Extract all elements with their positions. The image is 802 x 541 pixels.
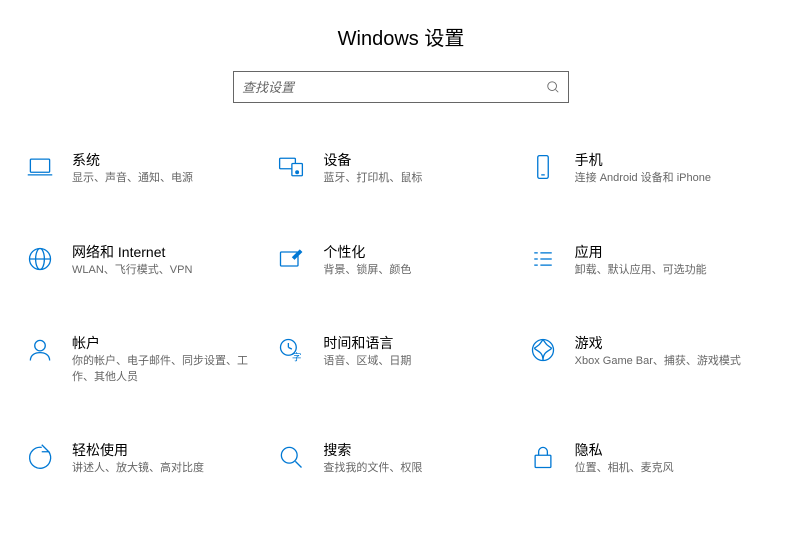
category-devices[interactable]: 设备 蓝牙、打印机、鼠标 bbox=[275, 151, 526, 187]
lock-icon bbox=[527, 441, 559, 473]
category-apps[interactable]: 应用 卸载、默认应用、可选功能 bbox=[527, 243, 778, 279]
personalize-icon bbox=[275, 243, 307, 275]
category-gaming[interactable]: 游戏 Xbox Game Bar、捕获、游戏模式 bbox=[527, 334, 778, 385]
category-text: 时间和语言 语音、区域、日期 bbox=[323, 334, 526, 370]
search-category-icon bbox=[275, 441, 307, 473]
category-desc: 蓝牙、打印机、鼠标 bbox=[323, 171, 514, 186]
svg-text:字: 字 bbox=[292, 352, 302, 364]
category-title: 应用 bbox=[575, 243, 766, 261]
category-desc: 你的帐户、电子邮件、同步设置、工作、其他人员 bbox=[72, 354, 263, 385]
category-phone[interactable]: 手机 连接 Android 设备和 iPhone bbox=[527, 151, 778, 187]
category-title: 隐私 bbox=[575, 441, 766, 459]
category-text: 系统 显示、声音、通知、电源 bbox=[72, 151, 275, 187]
category-desc: 位置、相机、麦克风 bbox=[575, 461, 766, 476]
page-header: Windows 设置 bbox=[0, 0, 802, 51]
category-search[interactable]: 搜索 查找我的文件、权限 bbox=[275, 441, 526, 477]
category-title: 游戏 bbox=[575, 334, 766, 352]
category-desc: 讲述人、放大镜、高对比度 bbox=[72, 461, 263, 476]
category-time[interactable]: 字 时间和语言 语音、区域、日期 bbox=[275, 334, 526, 385]
category-network[interactable]: 网络和 Internet WLAN、飞行模式、VPN bbox=[24, 243, 275, 279]
category-title: 个性化 bbox=[323, 243, 514, 261]
category-text: 个性化 背景、锁屏、颜色 bbox=[323, 243, 526, 279]
globe-icon bbox=[24, 243, 56, 275]
category-desc: 连接 Android 设备和 iPhone bbox=[575, 171, 766, 186]
search-icon bbox=[546, 80, 560, 94]
category-title: 系统 bbox=[72, 151, 263, 169]
ease-icon bbox=[24, 441, 56, 473]
gaming-icon bbox=[527, 334, 559, 366]
laptop-icon bbox=[24, 151, 56, 183]
category-text: 轻松使用 讲述人、放大镜、高对比度 bbox=[72, 441, 275, 477]
search-box[interactable] bbox=[233, 71, 569, 103]
page-title: Windows 设置 bbox=[0, 22, 802, 51]
category-desc: 背景、锁屏、颜色 bbox=[323, 263, 514, 278]
category-text: 网络和 Internet WLAN、飞行模式、VPN bbox=[72, 243, 275, 279]
category-title: 时间和语言 bbox=[323, 334, 514, 352]
category-desc: Xbox Game Bar、捕获、游戏模式 bbox=[575, 354, 766, 369]
category-text: 游戏 Xbox Game Bar、捕获、游戏模式 bbox=[575, 334, 778, 370]
apps-icon bbox=[527, 243, 559, 275]
category-text: 应用 卸载、默认应用、可选功能 bbox=[575, 243, 778, 279]
category-accessibility[interactable]: 轻松使用 讲述人、放大镜、高对比度 bbox=[24, 441, 275, 477]
category-privacy[interactable]: 隐私 位置、相机、麦克风 bbox=[527, 441, 778, 477]
settings-grid: 系统 显示、声音、通知、电源 设备 蓝牙、打印机、鼠标 手机 连接 Androi… bbox=[0, 151, 802, 477]
category-text: 设备 蓝牙、打印机、鼠标 bbox=[323, 151, 526, 187]
category-desc: 查找我的文件、权限 bbox=[323, 461, 514, 476]
category-title: 手机 bbox=[575, 151, 766, 169]
category-desc: 显示、声音、通知、电源 bbox=[72, 171, 263, 186]
time-lang-icon: 字 bbox=[275, 334, 307, 366]
category-personalization[interactable]: 个性化 背景、锁屏、颜色 bbox=[275, 243, 526, 279]
phone-icon bbox=[527, 151, 559, 183]
category-system[interactable]: 系统 显示、声音、通知、电源 bbox=[24, 151, 275, 187]
category-text: 搜索 查找我的文件、权限 bbox=[323, 441, 526, 477]
category-desc: WLAN、飞行模式、VPN bbox=[72, 263, 263, 278]
category-title: 轻松使用 bbox=[72, 441, 263, 459]
category-text: 手机 连接 Android 设备和 iPhone bbox=[575, 151, 778, 187]
category-accounts[interactable]: 帐户 你的帐户、电子邮件、同步设置、工作、其他人员 bbox=[24, 334, 275, 385]
category-title: 帐户 bbox=[72, 334, 263, 352]
category-title: 设备 bbox=[323, 151, 514, 169]
category-title: 网络和 Internet bbox=[72, 243, 263, 261]
search-container bbox=[0, 71, 802, 103]
devices-icon bbox=[275, 151, 307, 183]
category-desc: 语音、区域、日期 bbox=[323, 354, 514, 369]
category-title: 搜索 bbox=[323, 441, 514, 459]
user-icon bbox=[24, 334, 56, 366]
category-text: 帐户 你的帐户、电子邮件、同步设置、工作、其他人员 bbox=[72, 334, 275, 385]
category-desc: 卸载、默认应用、可选功能 bbox=[575, 263, 766, 278]
search-input[interactable] bbox=[242, 80, 546, 95]
category-text: 隐私 位置、相机、麦克风 bbox=[575, 441, 778, 477]
